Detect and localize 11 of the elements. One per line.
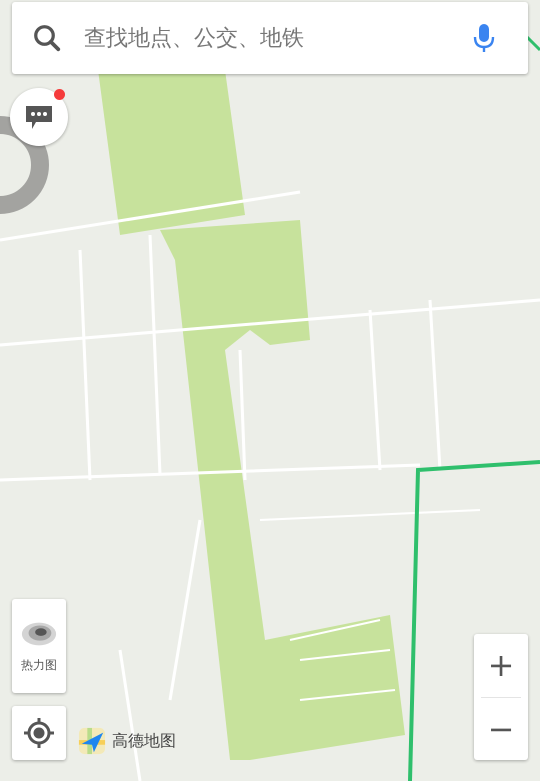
microphone-icon[interactable] [472, 22, 496, 54]
crosshair-icon [23, 717, 55, 749]
locate-button[interactable] [12, 706, 66, 760]
logo-text: 高德地图 [112, 730, 176, 752]
search-field[interactable]: 查找地点、公交、地铁 [82, 24, 472, 52]
search-bar[interactable]: 查找地点、公交、地铁 [12, 2, 528, 74]
search-icon[interactable] [32, 23, 62, 53]
zoom-out-button[interactable]: − [474, 698, 528, 760]
chat-bubble-icon [24, 104, 54, 130]
heatmap-button[interactable]: 热力图 [12, 599, 66, 693]
zoom-in-button[interactable]: + [481, 634, 521, 698]
